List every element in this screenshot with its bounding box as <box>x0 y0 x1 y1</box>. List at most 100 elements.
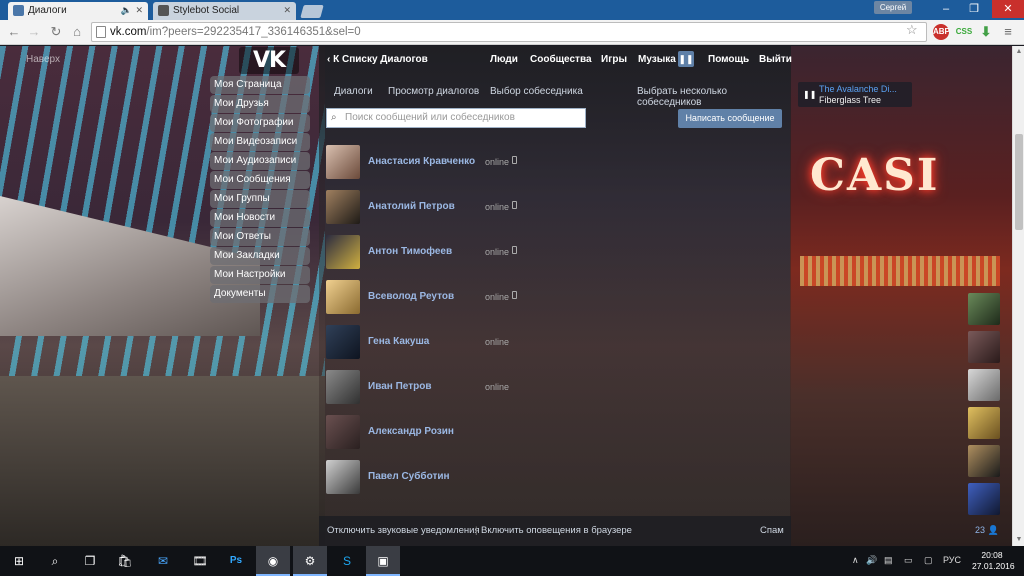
nav-help[interactable]: Помощь <box>708 54 749 65</box>
avatar[interactable] <box>326 370 360 404</box>
steam-icon[interactable]: ⚙ <box>293 546 327 576</box>
friend-avatar[interactable] <box>968 293 1000 325</box>
download-icon[interactable]: ⬇ <box>978 24 994 40</box>
dialog-name[interactable]: Антон Тимофеев <box>368 246 452 257</box>
friend-avatar[interactable] <box>968 407 1000 439</box>
avatar[interactable] <box>326 235 360 269</box>
windows-start-icon[interactable]: ⊞ <box>2 546 36 576</box>
nav-games[interactable]: Игры <box>601 54 627 65</box>
vk-logo[interactable]: VK <box>239 47 299 74</box>
browser-notify-link[interactable]: Включить оповещения в браузере <box>481 516 632 546</box>
media-player-icon[interactable]: 🎞 <box>183 546 217 576</box>
dialog-row[interactable]: Антон Тимофеев online <box>319 231 791 276</box>
system-clock[interactable]: 20:08 27.01.2016 <box>972 550 1015 572</box>
menu-item-bookmarks[interactable]: Мои Закладки <box>210 246 310 265</box>
close-tab-icon[interactable]: ✕ <box>283 2 291 19</box>
pause-icon[interactable]: ❚❚ <box>803 90 816 99</box>
spam-link[interactable]: Спам <box>760 516 784 546</box>
reload-icon[interactable]: ↻ <box>48 24 64 40</box>
dialog-row[interactable]: Иван Петров online <box>319 366 791 411</box>
dialog-row[interactable]: Павел Субботин <box>319 456 791 501</box>
menu-item-documents[interactable]: Документы <box>210 284 310 303</box>
menu-item-audio[interactable]: Мои Аудиозаписи <box>210 151 310 170</box>
search-input[interactable]: ⌕ Поиск сообщений или собеседников <box>326 108 586 128</box>
css-icon[interactable]: CSS <box>955 24 973 40</box>
profile-button[interactable]: Сергей <box>874 1 912 14</box>
nav-communities[interactable]: Сообщества <box>530 54 592 65</box>
mini-audio-player[interactable]: ❚❚ The Avalanche Di... Fiberglass Tree <box>798 82 912 107</box>
nav-logout[interactable]: Выйти <box>759 54 792 65</box>
close-window-button[interactable]: ✕ <box>992 0 1024 18</box>
friend-avatar[interactable] <box>968 483 1000 515</box>
tab-dialogs[interactable]: Диалоги 🔈 ✕ <box>8 2 148 20</box>
scroll-up-icon[interactable]: ▲ <box>1013 46 1024 58</box>
menu-item-groups[interactable]: Мои Группы <box>210 189 310 208</box>
tray-expand-icon[interactable]: ∧ <box>852 555 859 566</box>
address-bar[interactable]: vk.com/im?peers=292235417_336146351&sel=… <box>91 22 927 42</box>
volume-icon[interactable]: 🔊 <box>866 555 877 566</box>
skype-icon[interactable]: S <box>330 546 364 576</box>
dialog-row[interactable]: Гена Какуша online <box>319 321 791 366</box>
menu-item-my-page[interactable]: Моя Страница <box>210 76 310 94</box>
abp-icon[interactable]: ABP <box>933 24 950 40</box>
player-artist[interactable]: The Avalanche Di... <box>819 84 909 94</box>
speaker-icon[interactable]: 🔈 <box>121 2 132 19</box>
page-scrollbar[interactable]: ▲ ▼ <box>1012 46 1024 546</box>
nav-people[interactable]: Люди <box>490 54 518 65</box>
friend-avatar[interactable] <box>968 445 1000 477</box>
dialog-row[interactable]: Александр Розин <box>319 411 791 456</box>
avatar[interactable] <box>326 325 360 359</box>
avatar[interactable] <box>326 460 360 494</box>
tab-dialogs[interactable]: Диалоги <box>334 86 373 97</box>
player-track[interactable]: Fiberglass Tree <box>819 95 881 105</box>
back-icon[interactable]: ← <box>6 24 22 40</box>
bookmark-star-icon[interactable]: ☆ <box>906 22 918 38</box>
store-icon[interactable]: 🛍 <box>108 546 142 576</box>
menu-item-friends[interactable]: Мои Друзья <box>210 94 310 113</box>
select-multiple-link[interactable]: Выбрать несколько собеседников <box>637 86 791 108</box>
dialog-name[interactable]: Иван Петров <box>368 381 431 392</box>
dialog-row[interactable]: Всеволод Реутов online <box>319 276 791 321</box>
avatar[interactable] <box>326 415 360 449</box>
dialog-row[interactable]: Анатолий Петров online <box>319 186 791 231</box>
dialog-name[interactable]: Павел Субботин <box>368 471 450 482</box>
search-icon[interactable]: ⌕ <box>38 546 72 576</box>
dialog-name[interactable]: Всеволод Реутов <box>368 291 454 302</box>
menu-item-messages[interactable]: Мои Сообщения <box>210 170 310 189</box>
scrollbar-thumb[interactable] <box>1015 134 1023 230</box>
tab-view-dialogs[interactable]: Просмотр диалогов <box>388 86 479 97</box>
pause-icon[interactable]: ❚❚ <box>678 51 694 67</box>
maximize-button[interactable]: ❐ <box>960 0 988 18</box>
close-tab-icon[interactable]: ✕ <box>135 2 143 19</box>
menu-item-settings[interactable]: Мои Настройки <box>210 265 310 284</box>
dialog-name[interactable]: Анатолий Петров <box>368 201 455 212</box>
tab-stylebot-social[interactable]: Stylebot Social ✕ <box>153 2 296 20</box>
friends-online-count[interactable]: 23 👤 <box>975 525 999 536</box>
action-center-icon[interactable]: ▢ <box>924 555 933 566</box>
back-to-dialogs-link[interactable]: ‹ К Списку Диалогов <box>327 54 428 65</box>
friend-avatar[interactable] <box>968 369 1000 401</box>
dialog-name[interactable]: Анастасия Кравченко <box>368 156 475 167</box>
task-view-icon[interactable]: ❐ <box>73 546 107 576</box>
new-tab-button[interactable] <box>300 5 324 18</box>
write-message-button[interactable]: Написать сообщение <box>678 109 782 128</box>
minimize-button[interactable]: – <box>932 0 960 18</box>
network-icon[interactable]: ▤ <box>884 555 893 566</box>
avatar[interactable] <box>326 190 360 224</box>
dialog-row[interactable]: Анастасия Кравченко online <box>319 141 791 186</box>
chrome-icon[interactable]: ◉ <box>256 546 290 576</box>
mail-icon[interactable]: ✉ <box>146 546 180 576</box>
dialog-name[interactable]: Александр Розин <box>368 426 454 437</box>
scroll-to-top-link[interactable]: Наверх <box>26 54 60 65</box>
app-window-icon[interactable]: ▣ <box>366 546 400 576</box>
dialog-name[interactable]: Гена Какуша <box>368 336 429 347</box>
menu-icon[interactable]: ≡ <box>1000 24 1016 40</box>
forward-icon[interactable]: → <box>26 24 42 40</box>
tab-choose-interlocutor[interactable]: Выбор собеседника <box>490 86 583 97</box>
avatar[interactable] <box>326 145 360 179</box>
photoshop-icon[interactable]: Ps <box>219 546 253 576</box>
menu-item-news[interactable]: Мои Новости <box>210 208 310 227</box>
friend-avatar[interactable] <box>968 331 1000 363</box>
mute-sound-link[interactable]: Отключить звуковые уведомления <box>327 516 480 546</box>
scroll-down-icon[interactable]: ▼ <box>1013 534 1024 546</box>
